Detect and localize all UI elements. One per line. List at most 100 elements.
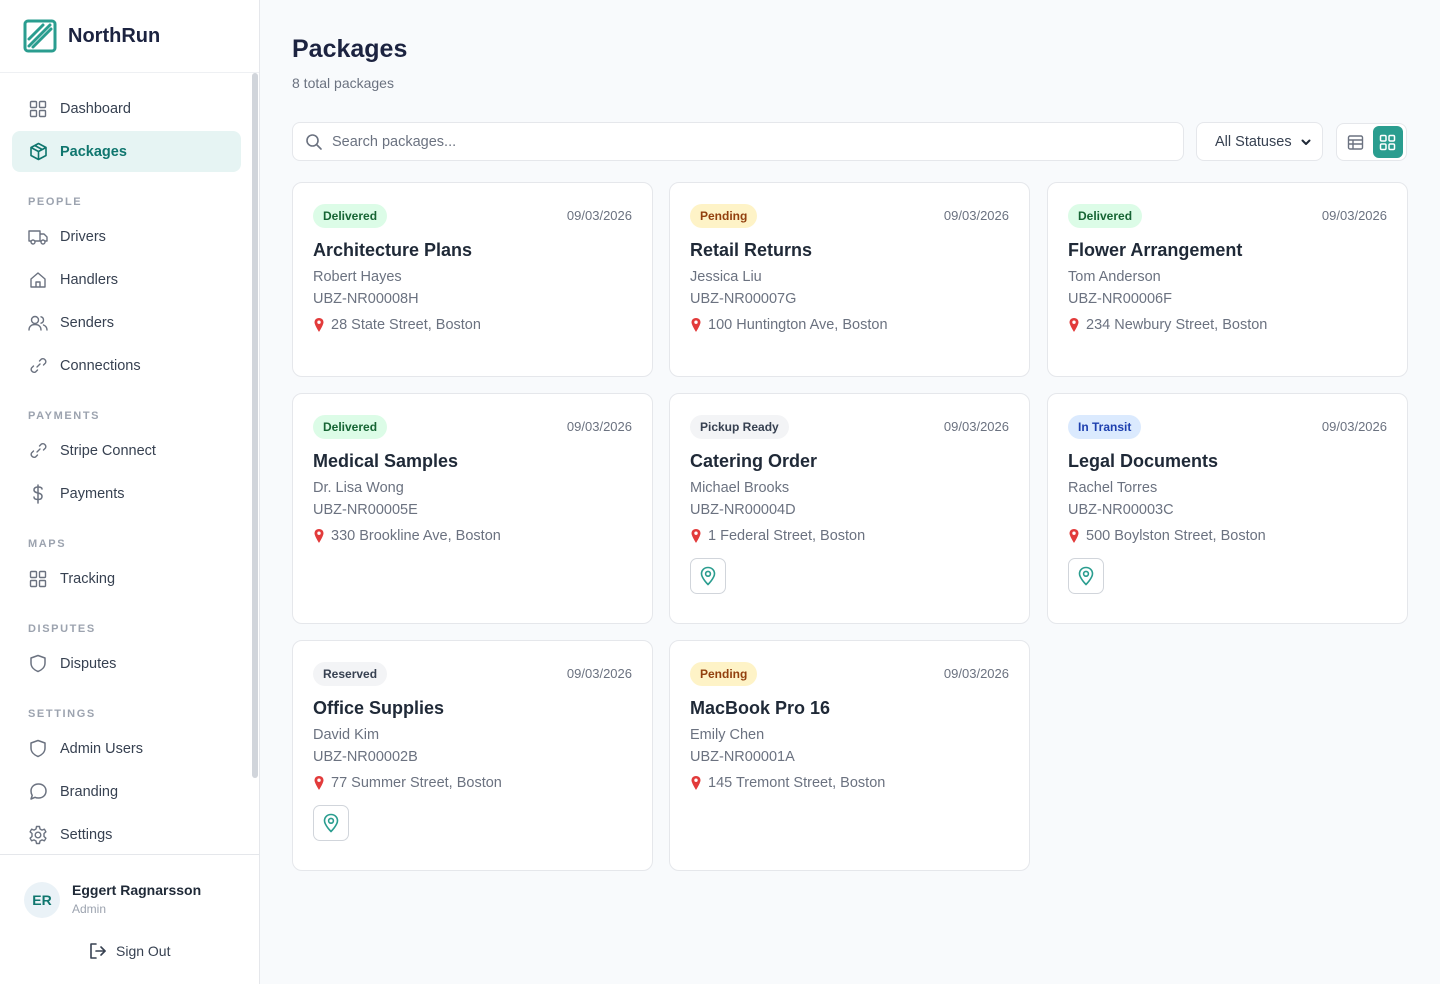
sidebar-item-connections[interactable]: Connections bbox=[12, 345, 241, 386]
sidebar-item-drivers[interactable]: Drivers bbox=[12, 216, 241, 257]
package-card[interactable]: Delivered 09/03/2026 Medical Samples Dr.… bbox=[292, 393, 653, 624]
view-on-map-button[interactable] bbox=[313, 805, 349, 841]
sidebar-item-disputes[interactable]: Disputes bbox=[12, 643, 241, 684]
sidebar-section-heading: PAYMENTS bbox=[28, 410, 101, 422]
map-pin-icon bbox=[690, 528, 702, 544]
package-tracking-code: UBZ-NR00008H bbox=[313, 291, 419, 307]
package-address-text: 100 Huntington Ave, Boston bbox=[708, 317, 888, 333]
sidebar: NorthRun Dashboard Packages PEOPLE Drive… bbox=[0, 0, 260, 984]
package-date: 09/03/2026 bbox=[943, 666, 1009, 681]
table-view-button[interactable] bbox=[1340, 126, 1371, 158]
package-date: 09/03/2026 bbox=[566, 666, 632, 681]
shield-icon bbox=[28, 654, 48, 674]
package-card[interactable]: Delivered 09/03/2026 Flower Arrangement … bbox=[1047, 182, 1408, 377]
package-card[interactable]: Delivered 09/03/2026 Architecture Plans … bbox=[292, 182, 653, 377]
search-box[interactable] bbox=[292, 122, 1184, 161]
package-recipient: Robert Hayes bbox=[313, 269, 402, 285]
status-badge: Pending bbox=[690, 661, 758, 686]
package-address-text: 500 Boylston Street, Boston bbox=[1086, 528, 1266, 544]
package-address: 234 Newbury Street, Boston bbox=[1068, 317, 1387, 333]
map-pin-icon bbox=[690, 317, 702, 333]
sidebar-item-admin-users[interactable]: Admin Users bbox=[12, 728, 241, 769]
package-date: 09/03/2026 bbox=[1321, 419, 1387, 434]
package-address-text: 77 Summer Street, Boston bbox=[331, 775, 502, 791]
sign-out-icon bbox=[90, 943, 106, 959]
status-badge: Reserved bbox=[313, 661, 388, 686]
package-card[interactable]: Pickup Ready 09/03/2026 Catering Order M… bbox=[669, 393, 1030, 624]
package-card[interactable]: Reserved 09/03/2026 Office Supplies Davi… bbox=[292, 640, 653, 871]
map-pin-icon bbox=[313, 528, 325, 544]
grid-icon bbox=[28, 99, 48, 119]
sidebar-item-stripe-connect[interactable]: Stripe Connect bbox=[12, 430, 241, 471]
package-tracking-code: UBZ-NR00001A bbox=[690, 749, 795, 765]
sidebar-item-dashboard[interactable]: Dashboard bbox=[12, 88, 241, 129]
truck-icon bbox=[28, 227, 48, 247]
package-date: 09/03/2026 bbox=[566, 419, 632, 434]
sidebar-item-label: Handlers bbox=[60, 271, 119, 288]
sidebar-item-label: Payments bbox=[60, 485, 125, 502]
northrun-logo-icon bbox=[23, 19, 57, 53]
sidebar-item-handlers[interactable]: Handlers bbox=[12, 259, 241, 300]
package-address: 28 State Street, Boston bbox=[313, 317, 632, 333]
sidebar-item-label: Settings bbox=[60, 826, 113, 843]
package-date: 09/03/2026 bbox=[1321, 208, 1387, 223]
status-badge: Delivered bbox=[313, 414, 388, 439]
package-date: 09/03/2026 bbox=[943, 419, 1009, 434]
sidebar-item-payments[interactable]: Payments bbox=[12, 473, 241, 514]
avatar[interactable]: ER bbox=[24, 882, 60, 918]
dollar-icon bbox=[28, 483, 48, 504]
package-card[interactable]: Pending 09/03/2026 MacBook Pro 16 Emily … bbox=[669, 640, 1030, 871]
sidebar-section-heading: PEOPLE bbox=[28, 196, 83, 208]
grid-view-button[interactable] bbox=[1372, 126, 1403, 158]
status-badge: In Transit bbox=[1068, 414, 1142, 439]
location-icon bbox=[322, 813, 340, 833]
package-address: 77 Summer Street, Boston bbox=[313, 775, 632, 791]
package-title: MacBook Pro 16 bbox=[690, 698, 831, 718]
package-address: 1 Federal Street, Boston bbox=[690, 528, 1009, 544]
package-address-text: 234 Newbury Street, Boston bbox=[1086, 317, 1268, 333]
view-on-map-button[interactable] bbox=[690, 558, 726, 594]
sidebar-scrollbar[interactable] bbox=[252, 73, 258, 778]
sidebar-item-senders[interactable]: Senders bbox=[12, 302, 241, 343]
package-address-text: 330 Brookline Ave, Boston bbox=[331, 528, 501, 544]
sidebar-item-label: Connections bbox=[60, 357, 141, 374]
brand-header: NorthRun bbox=[0, 0, 259, 73]
status-filter-value: All Statuses bbox=[1215, 133, 1292, 150]
sidebar-item-label: Senders bbox=[60, 314, 115, 331]
package-card[interactable]: Pending 09/03/2026 Retail Returns Jessic… bbox=[669, 182, 1030, 377]
package-title: Office Supplies bbox=[313, 698, 445, 718]
brand-name: NorthRun bbox=[68, 24, 161, 47]
sign-out-button[interactable]: Sign Out bbox=[88, 941, 170, 961]
gear-icon bbox=[28, 825, 48, 845]
package-title: Retail Returns bbox=[690, 240, 813, 260]
package-address: 145 Tremont Street, Boston bbox=[690, 775, 1009, 791]
map-pin-icon bbox=[690, 775, 702, 791]
sidebar-item-label: Branding bbox=[60, 783, 119, 800]
grid-icon bbox=[28, 569, 48, 589]
sidebar-section-heading: MAPS bbox=[28, 538, 67, 550]
sidebar-section-heading: SETTINGS bbox=[28, 708, 96, 720]
view-toggle bbox=[1336, 123, 1407, 161]
sidebar-item-label: Drivers bbox=[60, 228, 106, 245]
sidebar-item-tracking[interactable]: Tracking bbox=[12, 558, 241, 599]
search-input[interactable] bbox=[332, 133, 1132, 150]
sidebar-item-settings[interactable]: Settings bbox=[12, 814, 241, 855]
users-icon bbox=[28, 313, 48, 333]
page-title: Packages bbox=[292, 35, 408, 63]
status-badge: Pending bbox=[690, 203, 758, 228]
package-tracking-code: UBZ-NR00002B bbox=[313, 749, 418, 765]
package-address-text: 145 Tremont Street, Boston bbox=[708, 775, 886, 791]
sidebar-nav: Dashboard Packages PEOPLE Drivers Handle… bbox=[12, 88, 241, 857]
sidebar-item-branding[interactable]: Branding bbox=[12, 771, 241, 812]
package-address: 100 Huntington Ave, Boston bbox=[690, 317, 1009, 333]
status-badge: Delivered bbox=[1068, 203, 1143, 228]
home-icon bbox=[28, 270, 48, 290]
sidebar-item-packages[interactable]: Packages bbox=[12, 131, 241, 172]
sidebar-item-label: Disputes bbox=[60, 655, 117, 672]
sidebar-item-label: Packages bbox=[60, 143, 127, 160]
grid-icon bbox=[1380, 134, 1396, 150]
package-card[interactable]: In Transit 09/03/2026 Legal Documents Ra… bbox=[1047, 393, 1408, 624]
status-filter-select[interactable]: All Statuses bbox=[1196, 122, 1323, 161]
chat-icon bbox=[28, 782, 48, 802]
view-on-map-button[interactable] bbox=[1068, 558, 1104, 594]
